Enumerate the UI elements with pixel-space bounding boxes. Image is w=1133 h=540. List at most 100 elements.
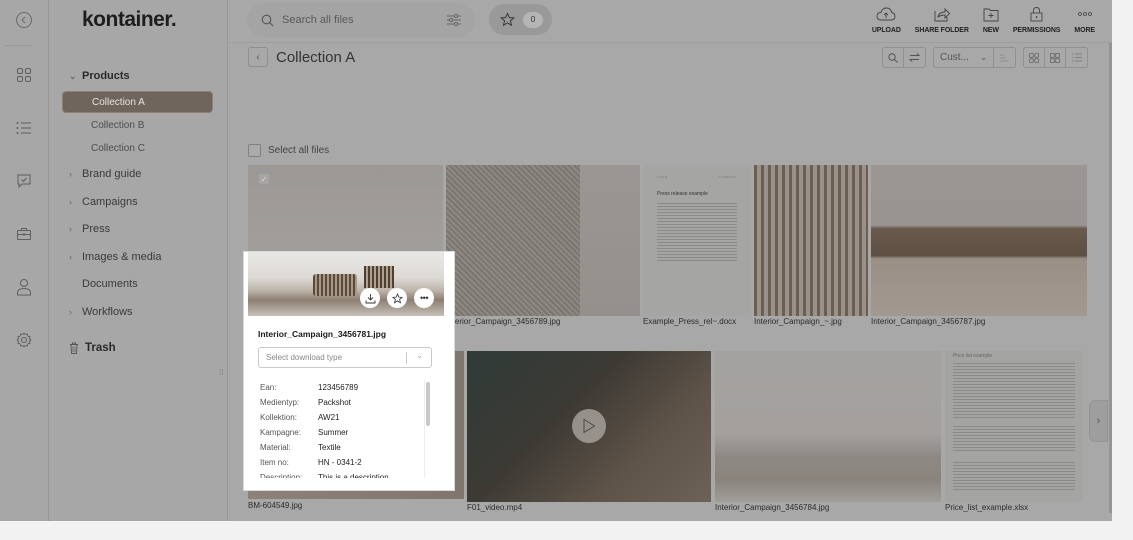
more-button[interactable]: MORE [1067,4,1102,34]
folder-products[interactable]: ⌄ Products [69,70,130,82]
chevron-right-icon: › [69,197,72,207]
file-tile[interactable]: Interior_Campaign_3456784.jpg [715,351,941,516]
rail-grid-button[interactable] [8,59,40,91]
folder-search-button[interactable] [883,48,904,67]
folder-documents[interactable]: Documents [69,278,138,290]
download-type-select[interactable]: Select download type ⌄ [258,347,432,368]
file-thumbnail [467,351,711,502]
chevron-right-icon: › [69,224,72,234]
sidebar-resize-handle[interactable]: ⁞⁞ [219,369,225,379]
file-name: Example_Press_rel~.docx [643,317,737,326]
favorite-button[interactable] [387,288,407,308]
subfolder-collection-a[interactable]: Collection A [62,91,213,113]
select-all-checkbox[interactable] [248,144,261,157]
metadata-row: Medientyp: Packshot [260,395,426,410]
rail-briefcase-button[interactable] [8,218,40,250]
popup-file-name: Interior_Campaign_3456781.jpg [258,329,387,339]
metadata-key: Ean: [260,383,277,392]
chevron-right-icon: › [69,307,72,317]
favorites-button[interactable]: 0 [489,4,552,35]
subfolder-collection-b[interactable]: Collection B [62,115,213,137]
file-tile[interactable]: Interior_Campaign_~.jpg [754,165,868,330]
more-options-button[interactable]: ••• [414,288,434,308]
folder-images-media[interactable]: › Images & media [69,251,161,263]
folder-workflows[interactable]: › Workflows [69,306,133,318]
collapse-sidebar-button[interactable] [8,4,40,36]
search-icon [261,14,274,26]
download-button[interactable] [360,288,380,308]
metadata-value: Textile [318,443,341,452]
doc-company: COMPANY [718,175,737,179]
view-large-grid-button[interactable] [1024,48,1045,67]
view-list-button[interactable] [1066,48,1087,67]
metadata-value: 123456789 [318,383,359,392]
upload-button[interactable]: UPLOAD [865,4,908,34]
large-grid-icon [1029,52,1039,63]
list-icon [1071,53,1082,62]
sort-select[interactable]: Cust... ⌄ [934,48,994,67]
rail-divider [4,45,32,46]
metadata-key: Description: [260,473,303,478]
file-thumbnail [871,165,1087,316]
folder-brand-guide[interactable]: › Brand guide [69,168,141,180]
file-name: Interior_Campaign_3456787.jpg [871,317,986,326]
metadata-row: Kampagne: Summer [260,425,426,440]
view-grid-button[interactable] [1045,48,1066,67]
ellipsis-icon: ••• [420,293,428,303]
rail-approvals-button[interactable] [8,165,40,197]
folder-campaigns[interactable]: › Campaigns [69,196,138,208]
subfolder-collection-c[interactable]: Collection C [62,138,213,160]
folder-label: Workflows [82,306,133,318]
file-thumbnail: Price list example [945,351,1083,502]
file-tile[interactable]: Interior_Campaign_3456787.jpg [871,165,1087,330]
more-icon [1077,12,1092,16]
file-name: Interior_Campaign_3456784.jpg [715,503,830,512]
select-all-files[interactable]: Select all files [248,144,329,157]
doc-logo: LOGO [657,175,668,179]
trash-item[interactable]: Trash [69,342,116,354]
folder-label: Press [82,223,111,235]
file-name: Interior_Campaign_~.jpg [754,317,842,326]
play-button[interactable] [572,409,606,443]
file-tile[interactable]: F01_video.mp4 [467,351,711,516]
file-tile[interactable]: Price list example Price_list_example.xl… [945,351,1083,516]
file-select-checkbox[interactable]: ✓ [258,173,270,185]
sort-lines-icon [1000,54,1009,61]
swap-button[interactable] [904,48,925,67]
metadata-key: Material: [260,443,291,452]
file-tile[interactable]: Interior_Campaign_3456789.jpg [446,165,640,330]
toolbar-actions: UPLOAD SHARE FOLDER NEW PERMISSIONS MORE [865,4,1102,34]
search-icon [888,52,898,63]
trash-icon [70,342,78,354]
chevron-right-icon: › [1096,415,1101,427]
filter-sliders-icon[interactable] [445,13,463,27]
settings-icon [16,332,32,348]
scrollbar-thumb[interactable] [426,382,430,426]
next-page-button[interactable]: › [1089,400,1108,442]
metadata-row: Ean: 123456789 [260,380,426,395]
rail-settings-button[interactable] [8,324,40,356]
chevron-left-icon: ‹ [256,51,260,63]
top-bar: Search all files 0 UPLOAD SHARE FOLDER N… [229,0,1112,43]
page-title: Collection A [276,48,356,66]
back-button[interactable]: ‹ [248,47,268,67]
permissions-button[interactable]: PERMISSIONS [1006,4,1068,34]
briefcase-icon [17,228,31,240]
share-folder-button[interactable]: SHARE FOLDER [908,4,976,34]
file-thumbnail [715,351,941,502]
folder-press[interactable]: › Press [69,223,110,235]
new-button[interactable]: NEW [976,4,1006,34]
rail-list-button[interactable] [8,112,40,144]
favorites-count: 0 [523,11,543,28]
sort-direction-button[interactable] [994,48,1015,67]
file-tile[interactable]: LOGO COMPANY Press release example Examp… [643,165,751,330]
lock-icon [1030,7,1043,22]
metadata-value: Packshot [318,398,351,407]
trash-label: Trash [85,342,116,354]
metadata-scrollbar[interactable] [424,380,431,478]
kontainer-logo: kontainer. [82,8,177,31]
main-scrollbar[interactable] [1109,43,1112,513]
rail-user-button[interactable] [8,271,40,303]
metadata-row: Kollektion: AW21 [260,410,426,425]
search-input[interactable]: Search all files [247,3,475,37]
